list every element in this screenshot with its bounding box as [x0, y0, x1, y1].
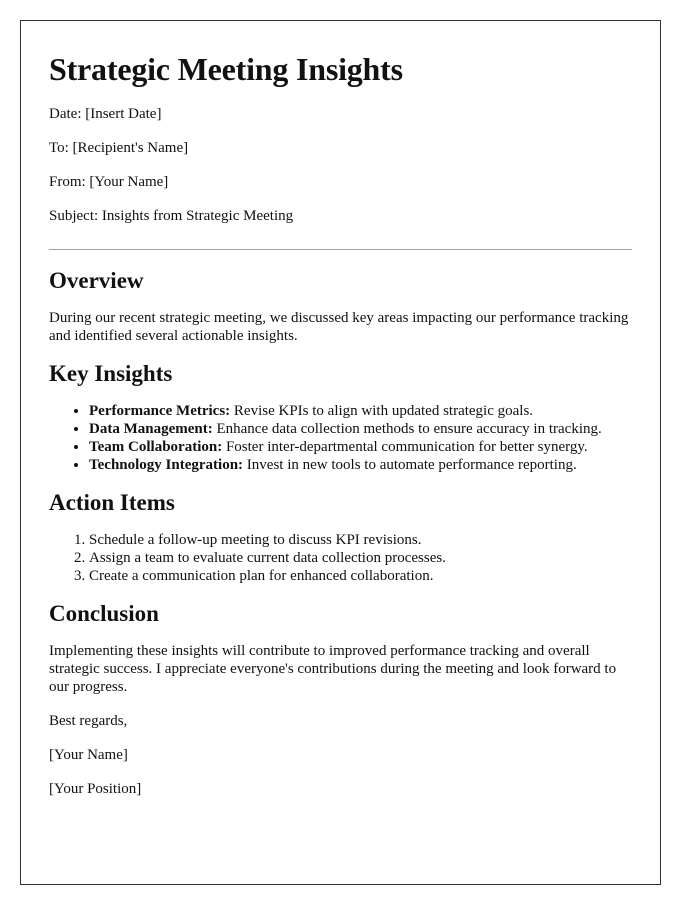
insight-label: Data Management:	[89, 421, 213, 437]
insight-item: Data Management: Enhance data collection…	[89, 420, 632, 438]
action-items-list: Schedule a follow-up meeting to discuss …	[49, 531, 632, 585]
insight-label: Team Collaboration:	[89, 439, 223, 455]
key-insights-heading: Key Insights	[49, 361, 173, 386]
signature-closing: Best regards,	[49, 713, 128, 729]
insight-label: Performance Metrics:	[89, 403, 231, 419]
signature-position: [Your Position]	[49, 781, 142, 797]
insight-item: Performance Metrics: Revise KPIs to alig…	[89, 402, 632, 420]
meta-subject: Subject: Insights from Strategic Meeting	[49, 208, 294, 224]
action-item: Create a communication plan for enhanced…	[89, 567, 632, 585]
letter-title: Strategic Meeting Insights	[49, 51, 403, 87]
action-items-section: Action Items Schedule a follow-up meetin…	[49, 490, 632, 585]
insight-item: Technology Integration: Invest in new to…	[89, 456, 632, 474]
insight-text: Enhance data collection methods to ensur…	[212, 421, 602, 437]
action-items-heading: Action Items	[49, 490, 175, 515]
insight-item: Team Collaboration: Foster inter-departm…	[89, 438, 632, 456]
overview-section: Overview During our recent strategic mee…	[49, 268, 632, 345]
key-insights-section: Key Insights Performance Metrics: Revise…	[49, 361, 632, 474]
meta-from: From: [Your Name]	[49, 174, 169, 190]
overview-text: During our recent strategic meeting, we …	[49, 310, 629, 344]
conclusion-text: Implementing these insights will contrib…	[49, 643, 617, 695]
insight-label: Technology Integration:	[89, 457, 244, 473]
signature-name: [Your Name]	[49, 747, 128, 763]
meta-to: To: [Recipient's Name]	[49, 140, 189, 156]
letter-meta: Date: [Insert Date] To: [Recipient's Nam…	[49, 105, 632, 225]
insight-text: Revise KPIs to align with updated strate…	[230, 403, 534, 419]
key-insights-list: Performance Metrics: Revise KPIs to alig…	[49, 402, 632, 474]
insight-text: Foster inter-departmental communication …	[222, 439, 588, 455]
divider	[49, 249, 632, 250]
insight-text: Invest in new tools to automate performa…	[243, 457, 577, 473]
conclusion-heading: Conclusion	[49, 601, 159, 626]
signature-block: Best regards, [Your Name] [Your Position…	[49, 712, 632, 798]
action-item: Schedule a follow-up meeting to discuss …	[89, 531, 632, 549]
action-item: Assign a team to evaluate current data c…	[89, 549, 632, 567]
overview-heading: Overview	[49, 268, 144, 293]
conclusion-section: Conclusion Implementing these insights w…	[49, 601, 632, 696]
letter-container: Strategic Meeting Insights Date: [Insert…	[20, 20, 661, 885]
meta-date: Date: [Insert Date]	[49, 106, 162, 122]
